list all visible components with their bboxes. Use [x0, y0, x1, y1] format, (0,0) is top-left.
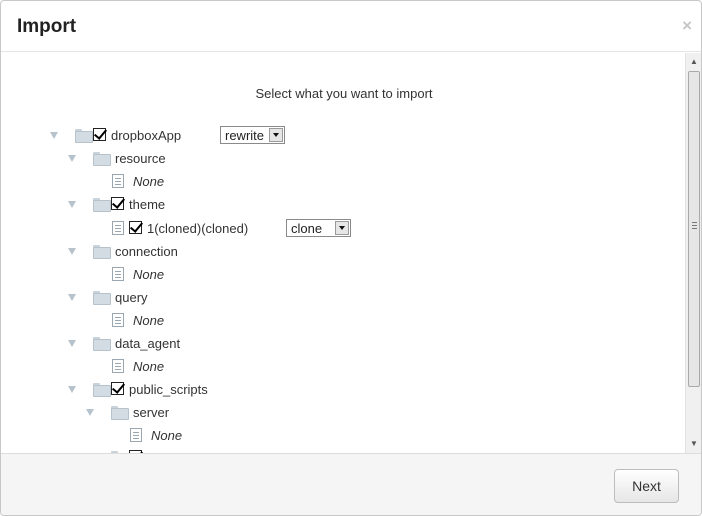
- folder-icon: [93, 383, 111, 397]
- dialog-footer: Next: [1, 453, 701, 515]
- tree-leaf-label: 1(cloned)(cloned): [147, 221, 249, 236]
- grip-icon: [692, 222, 697, 229]
- tree-node-connection: connection: [1, 243, 685, 263]
- folder-icon: [111, 406, 129, 420]
- dialog-title: Import: [17, 16, 77, 37]
- expand-arrow-icon[interactable]: [68, 248, 76, 255]
- import-tree: dropboxApp rewrite resource None theme 1…: [1, 53, 685, 453]
- tree-leaf-theme-item: 1(cloned)(cloned) clone: [1, 219, 685, 240]
- folder-icon: [93, 291, 111, 305]
- document-icon: [112, 359, 124, 373]
- theme-checkbox[interactable]: [111, 197, 124, 210]
- expand-arrow-icon[interactable]: [86, 409, 94, 416]
- tree-leaf-none: None: [1, 266, 685, 286]
- tree-node-public-scripts: public_scripts: [1, 381, 685, 401]
- tree-node-label: connection: [115, 244, 178, 259]
- folder-icon: [93, 198, 111, 212]
- tree-leaf-label: None: [133, 359, 165, 374]
- document-icon: [112, 221, 124, 235]
- tree-leaf-none: None: [1, 427, 685, 447]
- folder-icon: [93, 152, 111, 166]
- tree-node-dropboxapp: dropboxApp rewrite: [1, 126, 685, 147]
- expand-arrow-icon[interactable]: [68, 340, 76, 347]
- folder-icon: [75, 129, 93, 143]
- theme-item-mode-select[interactable]: clone: [286, 219, 351, 237]
- tree-node-label: query: [115, 290, 148, 305]
- tree-leaf-none: None: [1, 173, 685, 193]
- theme-item-checkbox[interactable]: [129, 221, 142, 234]
- tree-node-label: data_agent: [115, 336, 181, 351]
- tree-leaf-label: None: [133, 313, 165, 328]
- tree-node-resource: resource: [1, 150, 685, 170]
- expand-arrow-icon[interactable]: [68, 201, 76, 208]
- dropboxapp-mode-select[interactable]: rewrite: [220, 126, 285, 144]
- folder-icon: [93, 337, 111, 351]
- document-icon: [112, 313, 124, 327]
- tree-node-label: public_scripts: [129, 382, 208, 397]
- tree-leaf-label: None: [133, 267, 165, 282]
- scroll-up-icon[interactable]: ▲: [686, 55, 701, 69]
- tree-node-data-agent: data_agent: [1, 335, 685, 355]
- tree-leaf-none: None: [1, 358, 685, 378]
- tree-node-query: query: [1, 289, 685, 309]
- folder-icon: [93, 245, 111, 259]
- tree-node-label: dropboxApp: [111, 128, 182, 143]
- import-dialog: Import × Select what you want to import …: [0, 0, 702, 516]
- scroll-down-icon[interactable]: ▼: [686, 437, 701, 451]
- expand-arrow-icon[interactable]: [68, 386, 76, 393]
- dropboxapp-checkbox[interactable]: [93, 128, 106, 141]
- expand-arrow-icon[interactable]: [68, 294, 76, 301]
- tree-node-label: resource: [115, 151, 166, 166]
- tree-leaf-label: None: [133, 174, 165, 189]
- scrollbar-thumb[interactable]: [688, 71, 700, 387]
- document-icon: [112, 267, 124, 281]
- chevron-down-icon[interactable]: [269, 128, 283, 142]
- close-icon[interactable]: ×: [682, 17, 692, 34]
- tree-leaf-none: None: [1, 312, 685, 332]
- expand-arrow-icon[interactable]: [68, 155, 76, 162]
- dialog-body: Select what you want to import dropboxAp…: [1, 53, 701, 453]
- vertical-scrollbar[interactable]: ▲ ▼: [685, 53, 701, 453]
- public-scripts-checkbox[interactable]: [111, 382, 124, 395]
- select-value: rewrite: [225, 128, 265, 143]
- next-button[interactable]: Next: [614, 469, 679, 503]
- expand-arrow-icon[interactable]: [50, 132, 58, 139]
- tree-node-label: theme: [129, 197, 166, 212]
- tree-leaf-label: None: [151, 428, 183, 443]
- dialog-header: Import ×: [1, 1, 701, 52]
- document-icon: [112, 174, 124, 188]
- chevron-down-icon[interactable]: [335, 221, 349, 235]
- tree-node-server: server: [1, 404, 685, 424]
- tree-node-label: server: [133, 405, 170, 420]
- tree-node-theme: theme: [1, 196, 685, 216]
- document-icon: [130, 428, 142, 442]
- select-value: clone: [291, 221, 323, 236]
